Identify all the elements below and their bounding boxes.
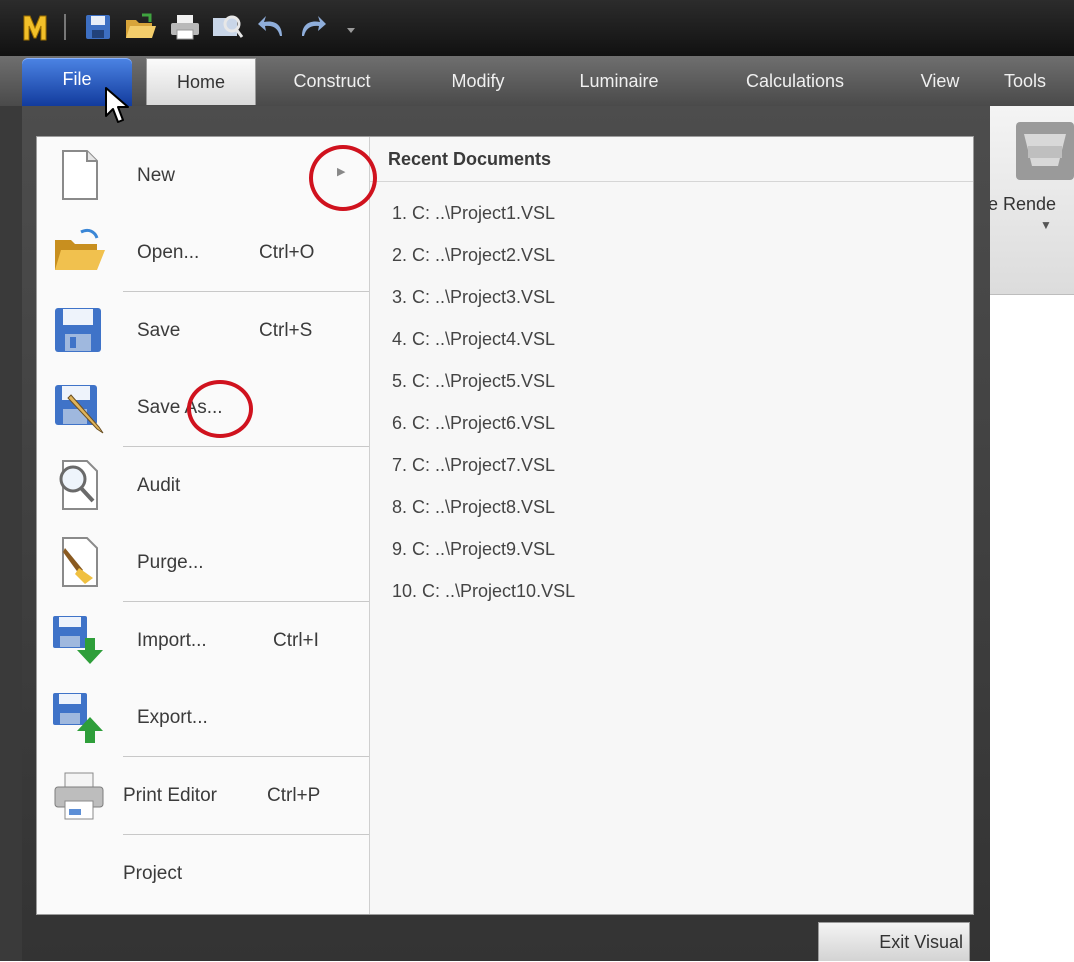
menu-item-save[interactable]: Save Ctrl+S [37,292,369,369]
recent-document-item[interactable]: 9. C: ..\Project9.VSL [392,539,555,560]
chevron-down-icon[interactable]: ▼ [1040,218,1052,232]
print-preview-icon[interactable] [210,12,244,42]
save-icon [55,308,101,352]
menu-item-export[interactable]: Export... [37,679,369,756]
menu-item-open-shortcut: Ctrl+O [259,242,315,263]
import-icon [53,616,103,664]
exit-visual-button[interactable]: Exit Visual [818,922,970,961]
menu-item-project[interactable]: Project [37,835,369,912]
menu-item-audit-label: Audit [137,475,181,496]
print-icon[interactable] [168,12,202,42]
file-menu: New ▶ Open... Ctrl+O Save Ctrl+S Save As… [36,136,974,915]
tab-tools[interactable]: Tools [1004,58,1074,104]
menu-item-new-label: New [137,165,176,186]
menu-item-print-editor[interactable]: Print Editor Ctrl+P [37,757,369,834]
menu-item-import-label: Import... [137,630,207,651]
recent-document-item[interactable]: 6. C: ..\Project6.VSL [392,413,555,434]
menu-item-audit[interactable]: Audit [37,447,369,524]
annotation-circle [309,145,377,211]
purge-icon [62,537,98,587]
toolbar-divider [64,14,66,40]
menu-item-open-label: Open... [137,242,200,263]
render-label[interactable]: e Rende [988,194,1056,215]
save-icon[interactable] [84,12,112,42]
ribbon-panel: e Rende ▼ [988,106,1074,295]
render-icon[interactable] [1014,120,1074,182]
quick-access-toolbar [0,0,1074,56]
recent-documents-title: Recent Documents [388,149,552,169]
menu-item-project-label: Project [123,863,183,884]
audit-icon [59,460,98,510]
recent-document-item[interactable]: 7. C: ..\Project7.VSL [392,455,555,476]
menu-item-import[interactable]: Import... Ctrl+I [37,602,369,679]
printer-icon [54,772,104,820]
menu-item-save-label: Save [137,320,181,341]
save-as-icon [55,385,104,434]
tab-calculations[interactable]: Calculations [720,58,870,104]
tab-home[interactable]: Home [146,58,256,105]
redo-icon[interactable] [296,12,328,42]
menu-item-import-shortcut: Ctrl+I [273,630,319,651]
menu-item-export-label: Export... [137,707,208,728]
menu-item-open[interactable]: Open... Ctrl+O [37,214,369,291]
menu-item-save-shortcut: Ctrl+S [259,320,313,341]
tab-modify[interactable]: Modify [428,58,528,104]
menu-item-purge-label: Purge... [137,552,204,573]
window-left-edge [0,106,22,961]
open-folder-icon[interactable] [124,12,158,42]
customize-toolbar-icon[interactable] [344,12,358,42]
ribbon-tab-bar: File Home Construct Modify Luminaire Cal… [0,56,1074,106]
menu-item-purge[interactable]: Purge... [37,524,369,601]
annotation-circle [187,380,253,438]
recent-document-item[interactable]: 4. C: ..\Project4.VSL [392,329,555,350]
recent-document-item[interactable]: 3. C: ..\Project3.VSL [392,287,555,308]
menu-item-print-editor-label: Print Editor [123,785,217,806]
undo-icon[interactable] [256,12,288,42]
open-folder-icon [55,228,105,270]
tab-view[interactable]: View [900,58,980,104]
app-logo-icon[interactable] [22,12,48,42]
recent-document-item[interactable]: 5. C: ..\Project5.VSL [392,371,555,392]
menu-item-print-editor-shortcut: Ctrl+P [267,785,321,806]
recent-document-item[interactable]: 1. C: ..\Project1.VSL [392,203,555,224]
export-icon [53,693,103,743]
recent-documents-divider [370,181,973,182]
new-document-icon [62,150,98,200]
recent-documents-panel: Recent Documents 1. C: ..\Project1.VSL 2… [370,137,973,914]
mouse-cursor-icon [105,87,129,123]
recent-document-item[interactable]: 8. C: ..\Project8.VSL [392,497,555,518]
file-menu-commands: New ▶ Open... Ctrl+O Save Ctrl+S Save As… [37,137,370,914]
recent-document-item[interactable]: 10. C: ..\Project10.VSL [392,581,575,602]
recent-document-item[interactable]: 2. C: ..\Project2.VSL [392,245,555,266]
tab-luminaire[interactable]: Luminaire [560,58,678,104]
tab-construct[interactable]: Construct [272,58,392,104]
